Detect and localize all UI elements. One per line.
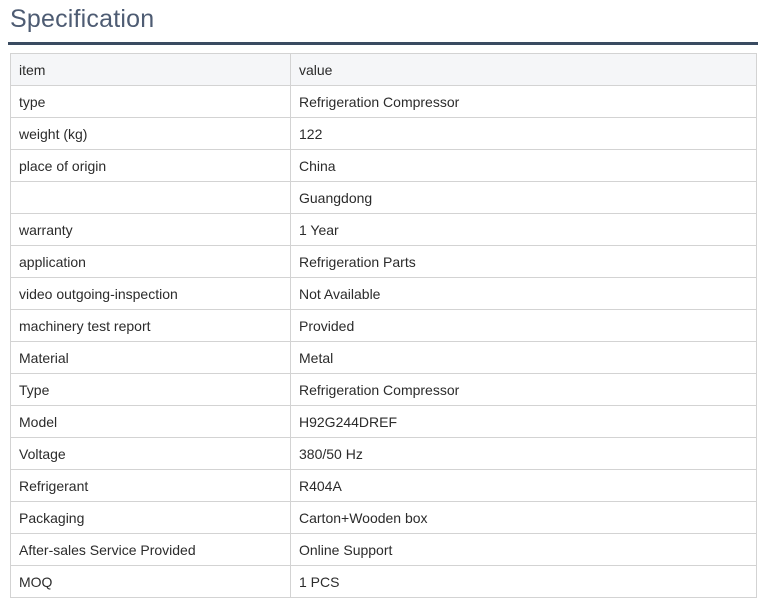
item-cell: Type xyxy=(10,373,291,406)
item-cell: MOQ xyxy=(10,565,291,598)
table-row: Packaging Carton+Wooden box xyxy=(10,501,757,534)
table-row: MOQ 1 PCS xyxy=(10,565,757,598)
item-cell: place of origin xyxy=(10,149,291,182)
table-row: weight (kg) 122 xyxy=(10,117,757,150)
value-cell: 1 Year xyxy=(290,213,757,246)
specification-section: Specification item value type Refrigerati… xyxy=(0,4,768,598)
item-cell: machinery test report xyxy=(10,309,291,342)
table-row: place of origin China xyxy=(10,149,757,182)
item-cell: Model xyxy=(10,405,291,438)
table-row: Model H92G244DREF xyxy=(10,405,757,438)
item-cell: Voltage xyxy=(10,437,291,470)
table-row: After-sales Service Provided Online Suppo… xyxy=(10,533,757,566)
table-row: machinery test report Provided xyxy=(10,309,757,342)
title-divider xyxy=(8,42,758,45)
value-cell: China xyxy=(290,149,757,182)
table-row: warranty 1 Year xyxy=(10,213,757,246)
table-row: Material Metal xyxy=(10,341,757,374)
page-title: Specification xyxy=(10,5,155,33)
item-cell: application xyxy=(10,245,291,278)
table-row: Refrigerant R404A xyxy=(10,469,757,502)
value-cell: Refrigeration Compressor xyxy=(290,85,757,118)
item-cell: warranty xyxy=(10,213,291,246)
value-cell: 122 xyxy=(290,117,757,150)
item-cell: Material xyxy=(10,341,291,374)
table-row: application Refrigeration Parts xyxy=(10,245,757,278)
value-cell: Not Available xyxy=(290,277,757,310)
value-cell: Metal xyxy=(290,341,757,374)
item-cell: weight (kg) xyxy=(10,117,291,150)
item-cell: type xyxy=(10,85,291,118)
value-cell: H92G244DREF xyxy=(290,405,757,438)
table-header-row: item value xyxy=(10,53,757,86)
item-column-header: item xyxy=(10,53,291,86)
table-row: video outgoing-inspection Not Available xyxy=(10,277,757,310)
value-cell: 380/50 Hz xyxy=(290,437,757,470)
table-row: Type Refrigeration Compressor xyxy=(10,373,757,406)
value-cell: 1 PCS xyxy=(290,565,757,598)
item-cell: After-sales Service Provided xyxy=(10,533,291,566)
value-cell: Refrigeration Parts xyxy=(290,245,757,278)
item-cell: Packaging xyxy=(10,501,291,534)
value-cell: Carton+Wooden box xyxy=(290,501,757,534)
value-cell: Refrigeration Compressor xyxy=(290,373,757,406)
item-cell xyxy=(10,181,291,214)
value-column-header: value xyxy=(290,53,757,86)
table-row: Voltage 380/50 Hz xyxy=(10,437,757,470)
value-cell: Provided xyxy=(290,309,757,342)
value-cell: Guangdong xyxy=(290,181,757,214)
specification-table: item value type Refrigeration Compressor w… xyxy=(10,53,757,598)
table-row: type Refrigeration Compressor xyxy=(10,85,757,118)
table-row: Guangdong xyxy=(10,181,757,214)
value-cell: R404A xyxy=(290,469,757,502)
item-cell: video outgoing-inspection xyxy=(10,277,291,310)
value-cell: Online Support xyxy=(290,533,757,566)
item-cell: Refrigerant xyxy=(10,469,291,502)
